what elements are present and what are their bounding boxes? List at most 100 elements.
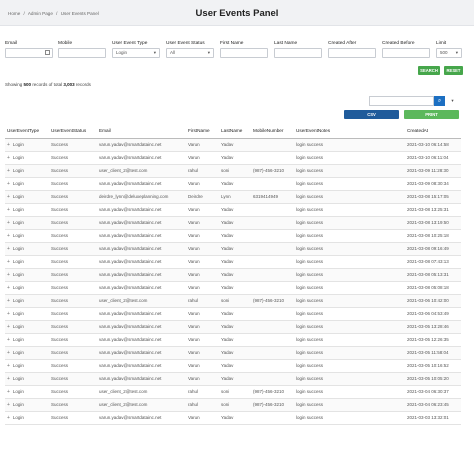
table-row[interactable]: + Login Success varun.yadav@smartdatainc.ne… [5, 307, 461, 321]
cell-value: Yadav [221, 233, 234, 238]
table-row[interactable]: + Login Success deirdre_lynn@deluxeplanning… [5, 190, 461, 204]
records-summary: Showing 500 records of total 3,003 recor… [5, 82, 91, 87]
first-name-field[interactable] [220, 48, 268, 58]
table-cell: + Login [5, 320, 49, 334]
table-cell: 2021-03-08 09:16:49 [405, 242, 461, 256]
table-row[interactable]: + Login Success varun.yadav@smartdatainc.ne… [5, 138, 461, 152]
expand-row-icon[interactable]: + [7, 233, 10, 239]
table-row[interactable]: + Login Success varun.yadav@smartdatainc.ne… [5, 372, 461, 386]
chevron-down-icon[interactable]: ▾ [447, 96, 458, 106]
expand-row-icon[interactable]: + [7, 181, 10, 187]
expand-row-icon[interactable]: + [7, 207, 10, 213]
table-cell: 2021-03-05 10:05:20 [405, 372, 461, 386]
expand-row-icon[interactable]: + [7, 311, 10, 317]
event-status-select[interactable]: All ▾ [166, 48, 214, 58]
expand-row-icon[interactable]: + [7, 246, 10, 252]
expand-row-icon[interactable]: + [7, 337, 10, 343]
limit-select[interactable]: 500 ▾ [436, 48, 462, 58]
table-cell: rahul [186, 398, 219, 412]
cell-value: Varun [188, 363, 200, 368]
expand-row-icon[interactable]: + [7, 376, 10, 382]
table-row[interactable]: + Login Success varun.yadav@smartdatainc.ne… [5, 216, 461, 230]
expand-row-icon[interactable]: + [7, 220, 10, 226]
table-cell: + Login [5, 164, 49, 178]
table-row[interactable]: + Login Success varun.yadav@smartdatainc.ne… [5, 203, 461, 217]
table-row[interactable]: + Login Success varun.yadav@smartdatainc.ne… [5, 268, 461, 282]
cell-value: varun.yadav@smartdatainc.net [99, 233, 162, 238]
email-field[interactable] [5, 48, 53, 58]
last-name-field[interactable] [274, 48, 322, 58]
table-cell: + Login [5, 398, 49, 412]
table-search-input[interactable] [369, 96, 434, 106]
table-row[interactable]: + Login Success varun.yadav@smartdatainc.ne… [5, 177, 461, 191]
search-button[interactable]: SEARCH [418, 66, 440, 75]
created-before-field[interactable] [382, 48, 430, 58]
table-row[interactable]: + Login Success user_client_2@test.com rahul… [5, 398, 461, 412]
cell-value: varun.yadav@smartdatainc.net [99, 220, 162, 225]
cell-value: login success [296, 233, 324, 238]
table-cell: + Login [5, 203, 49, 217]
expand-row-icon[interactable]: + [7, 168, 10, 174]
table-cell: Yadav [219, 307, 251, 321]
reset-button[interactable]: RESET [444, 66, 463, 75]
cell-value: 2021-03-05 10:16:52 [407, 363, 449, 368]
print-button[interactable]: PRINT [404, 110, 459, 119]
table-row[interactable]: + Login Success varun.yadav@smartdatainc.ne… [5, 346, 461, 360]
expand-row-icon[interactable]: + [7, 324, 10, 330]
table-cell [251, 307, 294, 321]
table-row[interactable]: + Login Success varun.yadav@smartdatainc.ne… [5, 359, 461, 373]
created-after-field[interactable] [328, 48, 376, 58]
expand-row-icon[interactable]: + [7, 272, 10, 278]
table-cell: user_client_2@test.com [97, 294, 186, 308]
event-type-select[interactable]: Login ▾ [112, 48, 160, 58]
column-header[interactable]: Email [97, 124, 186, 139]
mobile-field[interactable] [58, 48, 106, 58]
column-header[interactable]: MobileNumber [251, 124, 294, 139]
expand-row-icon[interactable]: + [7, 155, 10, 161]
column-header[interactable]: UserEventStatus [49, 124, 97, 139]
table-cell: Success [49, 320, 97, 334]
expand-row-icon[interactable]: + [7, 194, 10, 200]
table-cell: soni [219, 294, 251, 308]
table-row[interactable]: + Login Success varun.yadav@smartdatainc.ne… [5, 281, 461, 295]
table-row[interactable]: + Login Success varun.yadav@smartdatainc.ne… [5, 320, 461, 334]
page-title: User Events Panel [195, 8, 279, 19]
column-header[interactable]: UserEventType [5, 124, 49, 139]
table-cell: Success [49, 281, 97, 295]
table-row[interactable]: + Login Success varun.yadav@smartdatainc.ne… [5, 411, 461, 425]
column-header[interactable]: FirstName [186, 124, 219, 139]
expand-row-icon[interactable]: + [7, 298, 10, 304]
expand-row-icon[interactable]: + [7, 402, 10, 408]
table-row[interactable]: + Login Success user_client_2@test.com rahul… [5, 385, 461, 399]
table-cell: Deirdre [186, 190, 219, 204]
table-cell [251, 151, 294, 165]
table-cell: user_client_2@test.com [97, 385, 186, 399]
table-cell [251, 268, 294, 282]
table-cell: login success [294, 359, 405, 373]
expand-row-icon[interactable]: + [7, 415, 10, 421]
expand-row-icon[interactable]: + [7, 389, 10, 395]
table-cell: + Login [5, 216, 49, 230]
table-cell: + Login [5, 372, 49, 386]
expand-row-icon[interactable]: + [7, 363, 10, 369]
table-row[interactable]: + Login Success varun.yadav@smartdatainc.ne… [5, 242, 461, 256]
expand-row-icon[interactable]: + [7, 285, 10, 291]
table-row[interactable]: + Login Success varun.yadav@smartdatainc.ne… [5, 255, 461, 269]
expand-row-icon[interactable]: + [7, 350, 10, 356]
table-row[interactable]: + Login Success varun.yadav@smartdatainc.ne… [5, 151, 461, 165]
table-cell: user_client_2@test.com [97, 164, 186, 178]
csv-button[interactable]: CSV [344, 110, 399, 119]
cell-value: Success [51, 155, 69, 160]
column-header[interactable]: UserEventNotes [294, 124, 405, 139]
column-header[interactable]: LastName [219, 124, 251, 139]
table-row[interactable]: + Login Success user_client_2@test.com rahul… [5, 164, 461, 178]
table-row[interactable]: + Login Success user_client_2@test.com rahul… [5, 294, 461, 308]
expand-row-icon[interactable]: + [7, 142, 10, 148]
column-header[interactable]: CreatedAt [405, 124, 461, 139]
expand-row-icon[interactable]: + [7, 259, 10, 265]
search-icon[interactable]: ⌕ [434, 96, 445, 106]
table-cell: + Login [5, 359, 49, 373]
table-row[interactable]: + Login Success varun.yadav@smartdatainc.ne… [5, 333, 461, 347]
table-cell: login success [294, 372, 405, 386]
table-row[interactable]: + Login Success varun.yadav@smartdatainc.ne… [5, 229, 461, 243]
